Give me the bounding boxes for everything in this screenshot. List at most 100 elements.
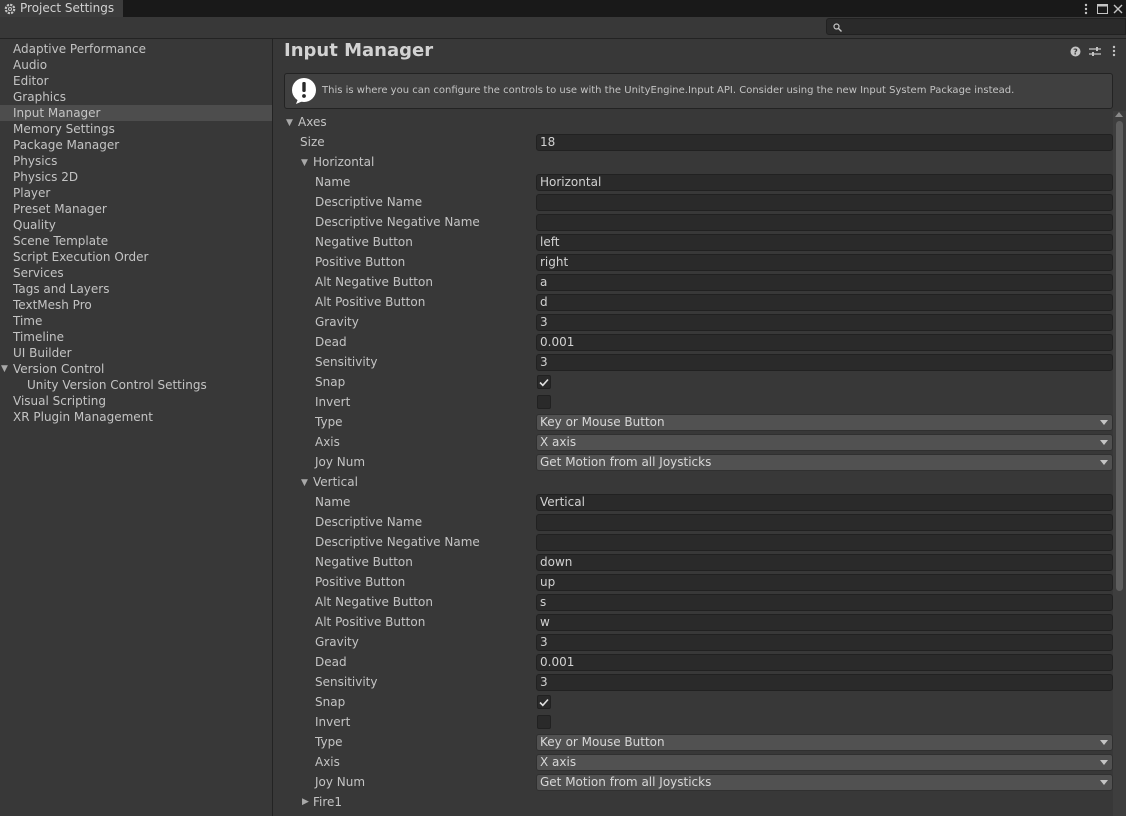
axis-dropdown[interactable]: X axis <box>536 434 1113 451</box>
invert-checkbox[interactable] <box>537 395 551 409</box>
help-box: This is where you can configure the cont… <box>284 73 1113 109</box>
sidebar-item-ui-builder[interactable]: UI Builder <box>0 345 272 361</box>
dead-label: Dead <box>315 335 347 349</box>
alt-negative-button-field[interactable]: s <box>536 594 1113 611</box>
snap-checkbox[interactable] <box>537 375 551 389</box>
expand-arrow-icon[interactable]: ▼ <box>286 118 293 128</box>
sidebar-item-scene-template[interactable]: Scene Template <box>0 233 272 249</box>
descriptive-name-field[interactable] <box>536 514 1113 531</box>
expand-arrow-icon[interactable]: ▼ <box>1 361 8 377</box>
size-field[interactable]: 18 <box>536 134 1113 151</box>
close-icon[interactable] <box>1110 0 1126 17</box>
descriptive-negative-name-field[interactable] <box>536 534 1113 551</box>
invert-checkbox[interactable] <box>537 715 551 729</box>
invert-label: Invert <box>315 715 351 729</box>
snap-checkbox[interactable] <box>537 695 551 709</box>
alt-positive-button-field[interactable]: d <box>536 294 1113 311</box>
negative-button-field[interactable]: down <box>536 554 1113 571</box>
sidebar-item-label: Input Manager <box>13 106 101 120</box>
collapsed-arrow-icon[interactable]: ▶ <box>302 797 309 807</box>
sidebar-item-label: Package Manager <box>13 138 120 152</box>
expand-arrow-icon[interactable]: ▼ <box>301 478 308 488</box>
sidebar-item-label: Timeline <box>13 330 65 344</box>
positive-button-field[interactable]: up <box>536 574 1113 591</box>
negative-button-field[interactable]: left <box>536 234 1113 251</box>
sidebar-item-player[interactable]: Player <box>0 185 272 201</box>
sidebar-item-label: Editor <box>13 74 49 88</box>
scrollbar-thumb[interactable] <box>1116 121 1123 591</box>
alt-positive-button-label: Alt Positive Button <box>315 615 426 629</box>
project-settings-tab[interactable]: Project Settings <box>0 0 123 17</box>
sidebar-item-physics-2d[interactable]: Physics 2D <box>0 169 272 185</box>
axis-value: X axis <box>540 435 577 449</box>
horizontal-label: Horizontal <box>313 155 375 169</box>
descriptive-name-field[interactable] <box>536 194 1113 211</box>
search-input[interactable] <box>826 18 1126 35</box>
sidebar-item-label: Version Control <box>13 362 105 376</box>
sidebar-item-quality[interactable]: Quality <box>0 217 272 233</box>
kebab-menu-icon[interactable] <box>1078 0 1094 17</box>
axis-label: Axis <box>315 755 340 769</box>
sidebar-item-audio[interactable]: Audio <box>0 57 272 73</box>
dead-field[interactable]: 0.001 <box>536 654 1113 671</box>
settings-sidebar: Adaptive Performance Audio Editor Graphi… <box>0 39 273 816</box>
help-icon[interactable]: ? <box>1069 44 1082 58</box>
type-label: Type <box>315 415 343 429</box>
sidebar-item-package-manager[interactable]: Package Manager <box>0 137 272 153</box>
sidebar-item-services[interactable]: Services <box>0 265 272 281</box>
alt-negative-button-field[interactable]: a <box>536 274 1113 291</box>
search-icon <box>831 20 843 34</box>
alt-positive-button-label: Alt Positive Button <box>315 295 426 309</box>
title-bar: Project Settings <box>0 0 1126 17</box>
type-value: Key or Mouse Button <box>540 415 665 429</box>
sidebar-item-physics[interactable]: Physics <box>0 153 272 169</box>
axis-dropdown[interactable]: X axis <box>536 754 1113 771</box>
sidebar-item-input-manager[interactable]: Input Manager <box>0 105 272 121</box>
gravity-field[interactable]: 3 <box>536 314 1113 331</box>
sidebar-item-visual-scripting[interactable]: Visual Scripting <box>0 393 272 409</box>
dead-field[interactable]: 0.001 <box>536 334 1113 351</box>
sidebar-item-memory-settings[interactable]: Memory Settings <box>0 121 272 137</box>
name-field[interactable]: Vertical <box>536 494 1113 511</box>
joy-num-dropdown[interactable]: Get Motion from all Joysticks <box>536 774 1113 791</box>
sidebar-item-time[interactable]: Time <box>0 313 272 329</box>
chevron-down-icon <box>1100 460 1108 465</box>
sidebar-item-script-execution-order[interactable]: Script Execution Order <box>0 249 272 265</box>
sidebar-item-tags-and-layers[interactable]: Tags and Layers <box>0 281 272 297</box>
sensitivity-field[interactable]: 3 <box>536 354 1113 371</box>
sidebar-item-preset-manager[interactable]: Preset Manager <box>0 201 272 217</box>
sidebar-item-label: Quality <box>13 218 56 232</box>
sidebar-item-xr-plugin-management[interactable]: XR Plugin Management <box>0 409 272 425</box>
sidebar-item-editor[interactable]: Editor <box>0 73 272 89</box>
sensitivity-label: Sensitivity <box>315 675 378 689</box>
sidebar-item-version-control[interactable]: ▼ Version Control <box>0 361 272 377</box>
name-label: Name <box>315 175 351 189</box>
descriptive-negative-name-field[interactable] <box>536 214 1113 231</box>
name-field[interactable]: Horizontal <box>536 174 1113 191</box>
alt-positive-button-field[interactable]: w <box>536 614 1113 631</box>
maximize-icon[interactable] <box>1094 0 1110 17</box>
type-dropdown[interactable]: Key or Mouse Button <box>536 734 1113 751</box>
sidebar-item-timeline[interactable]: Timeline <box>0 329 272 345</box>
sidebar-item-graphics[interactable]: Graphics <box>0 89 272 105</box>
presets-icon[interactable] <box>1088 44 1101 58</box>
sidebar-item-label: Physics <box>13 154 58 168</box>
sensitivity-field[interactable]: 3 <box>536 674 1113 691</box>
snap-label: Snap <box>315 695 346 709</box>
expand-arrow-icon[interactable]: ▼ <box>301 158 308 168</box>
sidebar-item-unity-version-control-settings[interactable]: Unity Version Control Settings <box>0 377 272 393</box>
positive-button-field[interactable]: right <box>536 254 1113 271</box>
descriptive-name-label: Descriptive Name <box>315 515 423 529</box>
kebab-menu-icon[interactable] <box>1107 44 1120 58</box>
joy-num-dropdown[interactable]: Get Motion from all Joysticks <box>536 454 1113 471</box>
vertical-scrollbar[interactable] <box>1113 111 1126 816</box>
sidebar-item-textmesh-pro[interactable]: TextMesh Pro <box>0 297 272 313</box>
sidebar-item-label: Script Execution Order <box>13 250 149 264</box>
alt-negative-button-label: Alt Negative Button <box>315 595 433 609</box>
chevron-down-icon <box>1100 420 1108 425</box>
sidebar-item-adaptive-performance[interactable]: Adaptive Performance <box>0 41 272 57</box>
gravity-field[interactable]: 3 <box>536 634 1113 651</box>
snap-label: Snap <box>315 375 346 389</box>
scroll-up-icon[interactable] <box>1115 112 1123 117</box>
type-dropdown[interactable]: Key or Mouse Button <box>536 414 1113 431</box>
